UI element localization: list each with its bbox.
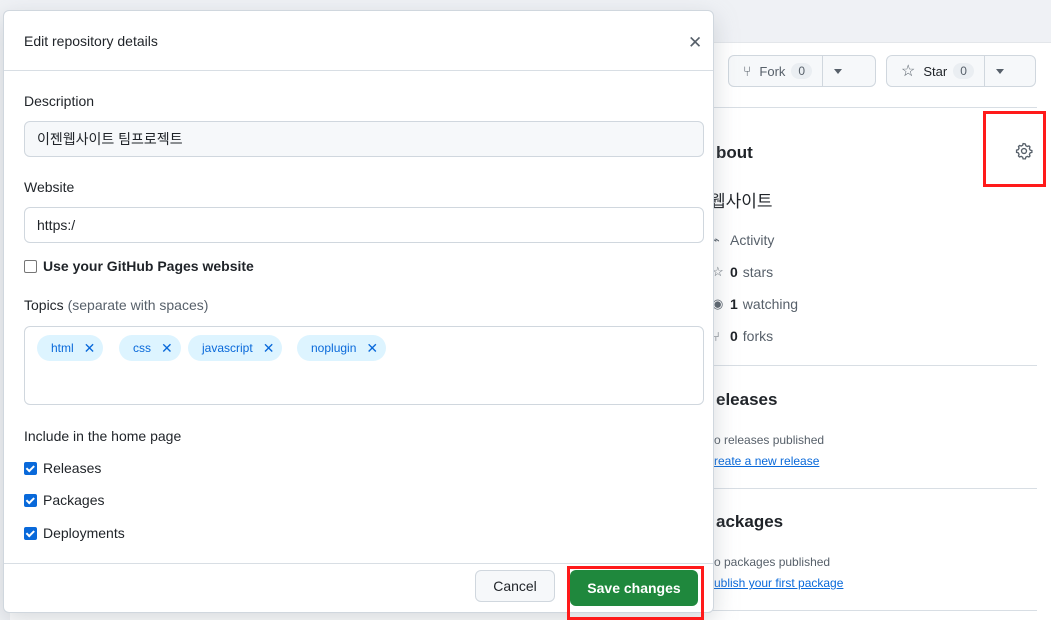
forks-label: forks (742, 328, 774, 344)
topics-label: Topics (separate with spaces) (24, 297, 208, 313)
packages-checkbox-label: Packages (43, 492, 105, 508)
fork-icon: ⑂ (743, 63, 752, 79)
releases-text: o releases published (714, 433, 825, 447)
about-description: 웹사이트 (710, 192, 773, 211)
forks-link[interactable]: ⑂ 0 forks (712, 328, 773, 344)
divider (712, 610, 1037, 611)
deployments-checkbox-row[interactable]: Deployments (24, 525, 125, 541)
website-label: Website (24, 179, 75, 195)
divider (712, 365, 1037, 366)
topics-label-text: Topics (24, 297, 64, 313)
releases-title[interactable]: eleases (716, 390, 777, 410)
fork-count: 0 (791, 63, 813, 79)
fork-dropdown-caret[interactable] (822, 56, 853, 86)
topic-tag-noplugin: noplugin ✕ (297, 335, 387, 361)
topics-hint: (separate with spaces) (67, 297, 209, 313)
star-dropdown-caret[interactable] (983, 56, 1015, 86)
chevron-down-icon (995, 68, 1004, 74)
star-button[interactable]: ☆ Star 0 (886, 55, 1036, 87)
packages-checkbox[interactable] (24, 493, 37, 507)
releases-checkbox-row[interactable]: Releases (24, 460, 101, 476)
stars-link[interactable]: ☆ 0 stars (712, 264, 773, 280)
close-icon[interactable]: ✕ (366, 340, 378, 357)
dialog-title: Edit repository details (24, 33, 158, 49)
watching-link[interactable]: ◉ 1 watching (712, 296, 798, 312)
close-icon[interactable]: ✕ (263, 340, 275, 357)
pages-checkbox[interactable] (24, 259, 37, 273)
star-count: 0 (953, 63, 974, 79)
star-label: Star (923, 63, 948, 79)
publish-package-link[interactable]: ublish your first package (714, 576, 843, 590)
releases-checkbox-label: Releases (43, 460, 102, 476)
fork-icon: ⑂ (712, 328, 720, 344)
divider (712, 488, 1037, 489)
topic-label: javascript (202, 341, 253, 355)
activity-label: Activity (730, 232, 775, 248)
activity-link[interactable]: ⌁ Activity (712, 232, 774, 248)
description-input[interactable]: 이젠웹사이트 팀프로젝트 (24, 121, 704, 157)
packages-title[interactable]: ackages (716, 512, 783, 532)
edit-repository-dialog: Edit repository details ✕ Description 이젠… (3, 10, 714, 613)
star-icon: ☆ (712, 264, 724, 279)
cancel-button[interactable]: Cancel (475, 570, 555, 602)
topics-input[interactable]: html ✕ css ✕ javascript ✕ noplugin ✕ (24, 326, 704, 405)
fork-button[interactable]: ⑂ Fork 0 (728, 55, 876, 87)
pages-checkbox-label: Use your GitHub Pages website (43, 258, 254, 274)
include-label: Include in the home page (24, 428, 182, 444)
highlight-box-save (567, 566, 704, 620)
pages-checkbox-row[interactable]: Use your GitHub Pages website (24, 258, 254, 274)
stars-label: stars (742, 264, 774, 280)
eye-icon: ◉ (712, 296, 724, 311)
fork-label: Fork (759, 63, 786, 79)
topic-label: html (51, 341, 74, 355)
about-title: bout (716, 143, 753, 162)
topic-label: noplugin (311, 341, 357, 355)
create-release-link[interactable]: reate a new release (714, 454, 819, 468)
topic-tag-javascript: javascript ✕ (188, 335, 283, 361)
chevron-down-icon (834, 68, 843, 74)
pulse-icon: ⌁ (712, 232, 720, 247)
website-input[interactable]: https:/ (24, 207, 704, 243)
packages-checkbox-row[interactable]: Packages (24, 492, 104, 508)
watching-label: watching (742, 296, 799, 312)
topic-label: css (133, 341, 151, 355)
stars-count: 0 (730, 264, 738, 280)
releases-checkbox[interactable] (24, 461, 37, 475)
deployments-checkbox-label: Deployments (43, 525, 125, 541)
close-icon[interactable]: ✕ (688, 33, 702, 53)
star-icon: ☆ (901, 63, 916, 80)
close-icon[interactable]: ✕ (161, 340, 173, 357)
close-icon[interactable]: ✕ (84, 340, 96, 357)
topic-tag-css: css ✕ (119, 335, 181, 361)
description-label: Description (24, 93, 95, 109)
gear-icon[interactable] (1015, 142, 1033, 160)
topic-tag-html: html ✕ (37, 335, 104, 361)
packages-text: o packages published (714, 555, 831, 569)
dialog-header: Edit repository details ✕ (4, 11, 713, 71)
deployments-checkbox[interactable] (24, 526, 37, 540)
forks-count: 0 (730, 328, 738, 344)
website-value: https:/ (37, 217, 76, 233)
watching-count: 1 (730, 296, 738, 312)
divider (712, 107, 1037, 108)
description-value: 이젠웹사이트 팀프로젝트 (37, 131, 183, 147)
